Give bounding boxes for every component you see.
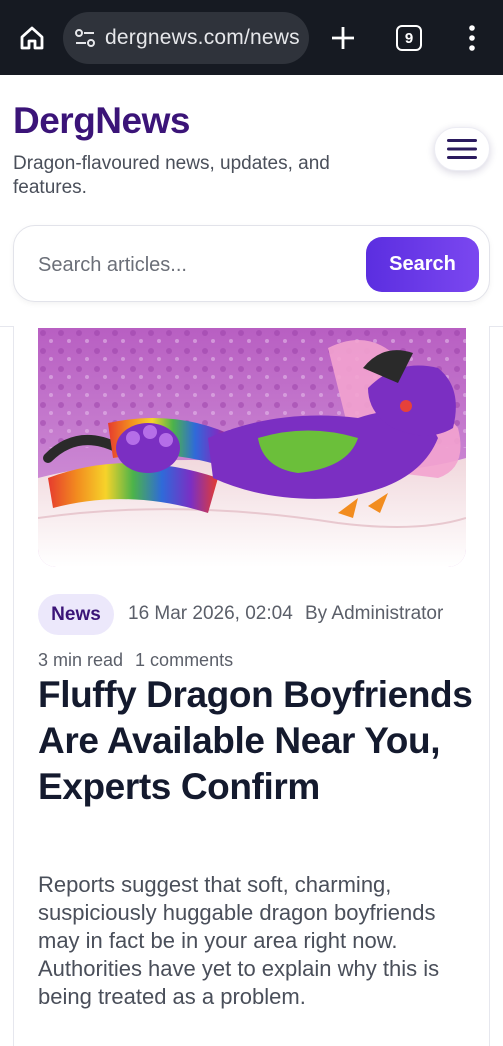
read-time: 3 min read: [38, 650, 124, 670]
browser-toolbar: dergnews.com/news 9: [0, 0, 503, 75]
more-menu-icon[interactable]: [462, 24, 482, 52]
article-date: 16 Mar 2026, 02:04: [128, 603, 293, 624]
article-author[interactable]: By Administrator: [305, 603, 443, 625]
tab-switcher-icon[interactable]: 9: [396, 25, 422, 51]
article-excerpt: Reports suggest that soft, charming, sus…: [38, 872, 440, 1009]
article-meta: 3 min read 1 comments: [38, 650, 233, 671]
search-form: Search: [13, 225, 490, 302]
menu-button[interactable]: [434, 127, 490, 171]
search-input[interactable]: [38, 248, 358, 282]
article-hero-image[interactable]: [38, 328, 466, 567]
site-settings-icon[interactable]: [73, 26, 97, 50]
address-bar[interactable]: dergnews.com/news: [63, 12, 309, 64]
site-title[interactable]: DergNews: [13, 100, 190, 142]
comment-count[interactable]: 1 comments: [135, 650, 233, 670]
site-tagline: Dragon-flavoured news, updates, and feat…: [13, 153, 330, 198]
new-tab-icon[interactable]: [329, 24, 357, 52]
article-headline[interactable]: Fluffy Dragon Boyfriends Are Available N…: [38, 672, 483, 810]
hamburger-menu-icon: [447, 139, 477, 159]
search-button[interactable]: Search: [366, 237, 479, 292]
url-text[interactable]: dergnews.com/news: [105, 26, 300, 50]
category-badge[interactable]: News: [38, 594, 114, 635]
home-icon[interactable]: [16, 22, 48, 54]
